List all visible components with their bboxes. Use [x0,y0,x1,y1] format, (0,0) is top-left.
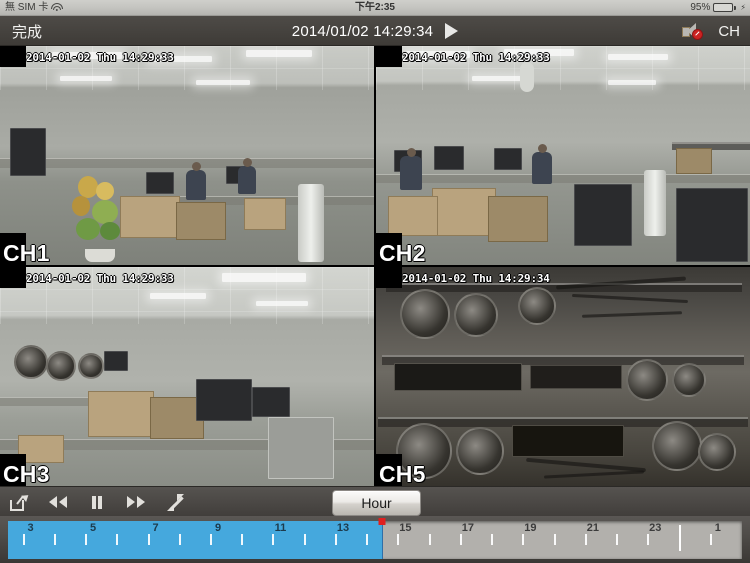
timeline-hour-label: 19 [524,522,537,534]
osd-timestamp-ch3: 2014-01-02 Thu 14:29:33 [26,272,174,285]
timeline-hour-label: 5 [90,522,97,534]
timescale-hour-button[interactable]: Hour [332,490,421,516]
play-icon[interactable] [445,23,459,39]
timeline-hour-tick [459,534,462,545]
timeline-hour-tick [85,534,88,545]
timeline-hour-tick [334,534,337,545]
timeline-hour-tick [584,534,587,545]
timeline-hour-tick [616,534,619,545]
battery-percent-label: 95% [690,1,711,13]
timeline-hour-tick [53,534,56,545]
osd-channel-label-ch3: CH3 [3,461,50,486]
osd-channel-label-ch2: CH2 [379,240,426,265]
video-frame-ch2 [376,46,750,265]
timeline-hour-tick [116,534,119,545]
osd-channel-label-ch1: CH1 [3,240,50,265]
status-bar: 無 SIM 卡 下午2:35 95% ⚡ [0,0,750,16]
timeline-hour-tick [647,534,650,545]
playback-buttons-group [8,487,186,517]
timeline-hour-tick [178,534,181,545]
osd-timestamp-backdrop-ch5 [376,267,402,288]
timeline-hour-label: 21 [586,522,599,534]
timeline-hour-label: 17 [461,522,475,534]
timeline-hour-label: 9 [214,522,222,534]
timeline-hour-tick [366,534,369,545]
timeline-hour-tick [22,534,25,545]
timeline-hour-tick [210,534,213,545]
video-grid: 2014-01-02 Thu 14:29:33 CH1 2014-01-02 T… [0,46,750,486]
video-pane-ch3[interactable]: 2014-01-02 Thu 14:29:33 CH3 [0,267,374,486]
osd-timestamp-backdrop-ch2 [376,46,402,67]
timeline-hour-label: 15 [399,522,412,534]
fast-forward-icon[interactable] [125,491,147,513]
pause-icon[interactable] [86,491,108,513]
timeline-hour-tick [553,534,556,545]
osd-timestamp-ch5: 2014-01-02 Thu 14:29:34 [402,272,550,285]
timeline-hour-tick [303,534,306,545]
timeline-hour-tick [397,534,400,545]
timeline-recorded-segment[interactable] [8,521,383,559]
timeline-hour-tick [709,534,712,545]
expand-fullscreen-icon[interactable] [164,491,186,513]
app-root: 無 SIM 卡 下午2:35 95% ⚡ 完成 2014/01/02 14:29… [0,0,750,563]
timeline-hour-label: 7 [152,522,159,534]
playback-datetime-label: 2014/01/02 14:29:34 [291,22,434,40]
timeline-hour-label: 11 [274,522,287,534]
video-frame-ch5 [376,267,750,486]
timeline-playhead-marker[interactable] [378,518,386,525]
charging-icon: ⚡ [740,2,746,12]
timeline-hour-tick [147,534,150,545]
rewind-icon[interactable] [47,491,69,513]
timeline-hour-label: 3 [27,522,34,534]
timeline-bar[interactable]: 3 5 7 9 11 13 15 17 19 21 23 1 [0,516,750,563]
video-pane-ch5[interactable]: 2014-01-02 Thu 14:29:34 CH5 [376,267,750,486]
osd-timestamp-backdrop-ch3 [0,267,26,288]
video-pane-ch2[interactable]: 2014-01-02 Thu 14:29:33 CH2 [376,46,750,265]
status-bar-clock: 下午2:35 [354,1,395,13]
share-export-icon[interactable] [8,491,31,513]
timeline-hour-tick [428,534,431,545]
timeline-hour-tick [272,534,275,545]
timeline-hour-label: 23 [649,522,662,534]
decorative-plant [62,174,138,262]
video-pane-ch1[interactable]: 2014-01-02 Thu 14:29:33 CH1 [0,46,374,265]
osd-timestamp-backdrop-ch1 [0,46,26,67]
osd-channel-label-ch5: CH5 [379,461,426,486]
timeline-hour-label: 1 [714,522,721,534]
status-bar-right: 95% ⚡ [690,1,746,13]
timeline-track[interactable]: 3 5 7 9 11 13 15 17 19 21 23 1 [8,521,742,559]
channel-button[interactable]: CH [718,23,740,40]
osd-timestamp-ch1: 2014-01-02 Thu 14:29:33 [26,51,174,64]
battery-icon [713,3,737,12]
timeline-playhead-line [382,521,384,559]
playback-control-bar: Hour [0,486,750,516]
navigation-bar: 完成 2014/01/02 14:29:34 CH [0,16,750,46]
timeline-hour-tick [522,534,525,545]
timeline-hour-tick [491,534,494,545]
nav-right-group: CH [682,16,740,46]
timeline-hour-tick [241,534,244,545]
timeline-day-boundary-tick [678,525,681,551]
nav-center-group: 2014/01/02 14:29:34 [0,16,750,46]
video-frame-ch1 [0,46,374,265]
timeline-hour-label: 13 [336,522,350,534]
osd-timestamp-ch2: 2014-01-02 Thu 14:29:33 [402,51,550,64]
video-frame-ch3 [0,267,374,486]
speaker-mute-icon[interactable] [682,22,704,40]
